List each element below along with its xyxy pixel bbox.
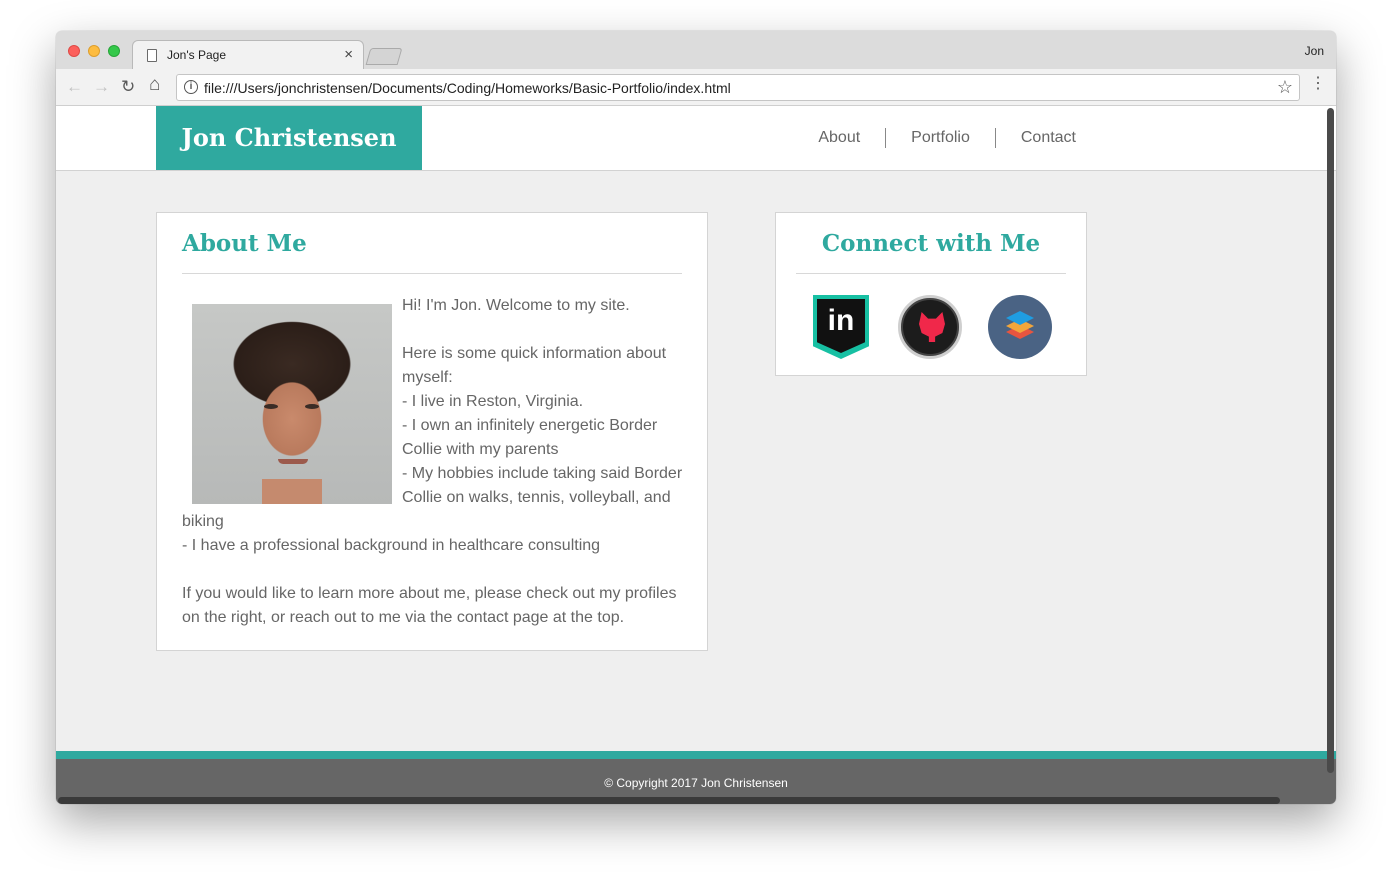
address-bar[interactable]: i file:///Users/jonchristensen/Documents… (176, 74, 1300, 101)
horizontal-scrollbar[interactable] (58, 797, 1280, 804)
about-title: About Me (182, 230, 307, 257)
linkedin-text: in (817, 299, 865, 353)
close-window-button[interactable] (68, 45, 80, 57)
minimize-window-button[interactable] (88, 45, 100, 57)
close-tab-icon[interactable]: × (344, 46, 353, 63)
title-bar: Jon's Page × Jon (56, 31, 1336, 70)
profile-name[interactable]: Jon (1305, 44, 1324, 58)
connect-title: Connect with Me (821, 230, 1041, 257)
info-icon[interactable]: i (184, 80, 198, 94)
back-icon[interactable]: ← (66, 77, 83, 97)
site-header: Jon Christensen About Portfolio Contact (56, 106, 1336, 171)
about-outro: If you would like to learn more about me… (182, 585, 677, 626)
zoom-window-button[interactable] (108, 45, 120, 57)
about-panel: About Me Hi! I'm Jon. Welcome to my site… (156, 212, 708, 651)
nav-link-contact[interactable]: Contact (994, 128, 1076, 148)
page-viewport: Jon Christensen About Portfolio Contact … (56, 106, 1336, 804)
forward-icon[interactable]: → (93, 77, 110, 97)
new-tab-button[interactable] (365, 48, 403, 65)
connect-panel: Connect with Me in (775, 212, 1087, 376)
reload-icon[interactable]: ↻ (121, 77, 135, 97)
divider (796, 273, 1066, 274)
page-icon (147, 49, 157, 62)
browser-toolbar: ← → ↻ ⌂ i file:///Users/jonchristensen/D… (56, 69, 1336, 106)
stack-overflow-icon[interactable] (988, 295, 1052, 359)
linkedin-icon[interactable]: in (813, 295, 877, 359)
browser-window: Jon's Page × Jon ← → ↻ ⌂ i file:///Users… (56, 31, 1336, 804)
github-icon[interactable] (898, 295, 962, 359)
nav-link-portfolio[interactable]: Portfolio (885, 128, 995, 148)
divider (182, 273, 682, 274)
site-brand[interactable]: Jon Christensen (156, 106, 422, 170)
site-nav: About Portfolio Contact (793, 128, 1076, 148)
url-text[interactable]: file:///Users/jonchristensen/Documents/C… (204, 80, 731, 96)
home-icon[interactable]: ⌂ (149, 75, 160, 95)
site-footer: © Copyright 2017 Jon Christensen (56, 751, 1336, 804)
copyright-text: © Copyright 2017 Jon Christensen (604, 776, 788, 790)
profile-photo (192, 304, 392, 504)
browser-tab[interactable]: Jon's Page × (132, 40, 364, 70)
bookmark-star-icon[interactable]: ☆ (1277, 77, 1293, 98)
nav-link-about[interactable]: About (793, 128, 885, 148)
about-body: Hi! I'm Jon. Welcome to my site. Here is… (182, 294, 687, 630)
tab-title: Jon's Page (167, 48, 226, 62)
about-bullet: - I have a professional background in he… (182, 537, 601, 554)
browser-menu-icon[interactable]: ⋮ (1310, 75, 1326, 93)
vertical-scrollbar[interactable] (1327, 108, 1334, 773)
